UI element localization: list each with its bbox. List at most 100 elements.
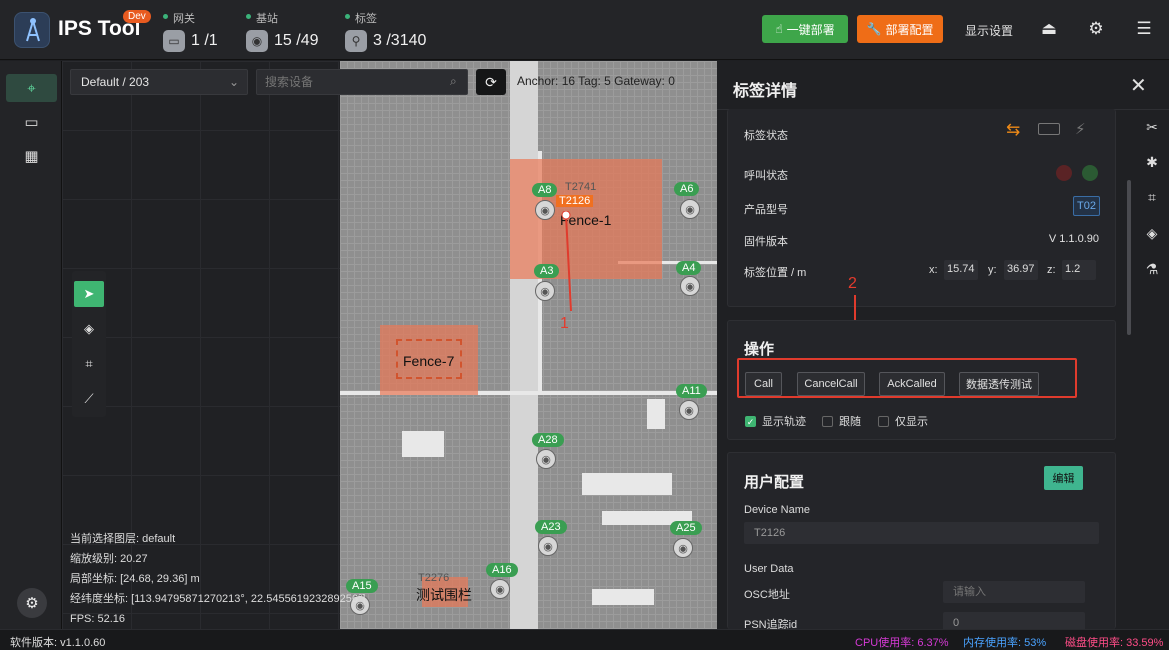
device-name-input[interactable]: [744, 522, 1099, 544]
flask-icon[interactable]: ⚗: [1141, 258, 1163, 280]
show-track-label: 显示轨迹: [762, 416, 806, 428]
tools-icon[interactable]: ✂: [1141, 116, 1163, 138]
corridor: [510, 61, 538, 629]
menu-icon[interactable]: ☰: [1133, 18, 1155, 40]
anchor-a4-label[interactable]: A4: [676, 261, 702, 275]
x-value: 15.74: [944, 260, 978, 280]
antenna-icon[interactable]: ◉: [536, 449, 556, 469]
follow-label: 跟随: [839, 416, 861, 428]
only-show-checkbox[interactable]: 仅显示: [878, 413, 928, 429]
ruler-icon[interactable]: ⟋: [74, 386, 104, 412]
charging-icon: ⚡: [1075, 121, 1086, 138]
user-data-label: User Data: [744, 563, 794, 575]
antenna-icon[interactable]: ◉: [538, 536, 558, 556]
antenna-icon[interactable]: ◉: [535, 281, 555, 301]
layer-select[interactable]: Default / 203 ⌄: [70, 69, 248, 95]
device-search-input[interactable]: [256, 69, 468, 95]
wrench-icon: 🔧: [866, 22, 882, 36]
deploy-config-button[interactable]: 🔧 部署配置: [857, 15, 943, 43]
device-counts: Anchor: 16 Tag: 5 Gateway: 0: [517, 74, 675, 88]
position-label: 标签位置 / m: [744, 267, 807, 279]
display-settings-button[interactable]: 显示设置: [965, 22, 1013, 39]
floorplan-icon[interactable]: ▦: [6, 142, 57, 170]
ack-called-button[interactable]: AckCalled: [879, 372, 945, 396]
anchor-stat: 基站 ◉ 15 /49: [246, 10, 318, 52]
tag-t2126-label[interactable]: T2126: [556, 195, 594, 207]
checkbox-box: [822, 415, 833, 427]
desk: [402, 431, 444, 457]
map-info: 当前选择图层: default 缩放级别: 20.27 局部坐标: [24.68…: [70, 529, 365, 629]
anchor-a8-label[interactable]: A8: [532, 183, 558, 197]
data-passthrough-test-button[interactable]: 数据透传测试: [959, 372, 1039, 396]
left-nav: ⌖ ▭ ▦: [0, 61, 62, 629]
z-label: z:: [1047, 264, 1056, 276]
anchor-a3-label[interactable]: A3: [534, 264, 560, 278]
map-canvas[interactable]: Fence-1 Fence-7 测试围栏 A8 ◉ A6 ◉ A3 ◉ A4 ◉…: [62, 61, 717, 629]
tag-t2741-label[interactable]: T2741: [565, 181, 596, 193]
layers-stack-icon[interactable]: ◈: [1141, 222, 1163, 244]
gateway-stat-label: 网关: [163, 10, 218, 26]
map-location-icon[interactable]: ⌖: [6, 74, 57, 102]
info-local-coords: 局部坐标: [24.68, 29.36] m: [70, 573, 200, 585]
anchor-a25-label[interactable]: A25: [670, 521, 702, 535]
anchor-tool-icon[interactable]: ⌗: [74, 351, 104, 377]
gear-icon[interactable]: ⚙: [1085, 18, 1107, 40]
y-label: y:: [988, 264, 997, 276]
top-bar: IPS Tool Dev 网关 ▭ 1 /1 基站 ◉ 15 /49 标签 ⚲ 3 /…: [0, 0, 1169, 60]
antenna-icon[interactable]: ◉: [673, 538, 693, 558]
anchor-a6-label[interactable]: A6: [674, 182, 700, 196]
anchor-a11-label[interactable]: A11: [676, 384, 707, 398]
software-version: 软件版本: v1.1.0.60: [10, 637, 106, 649]
deploy-icon: ☝: [775, 22, 783, 36]
fence-7-label: Fence-7: [403, 353, 455, 369]
target-icon[interactable]: ⌗: [1141, 186, 1163, 208]
refresh-button[interactable]: ⟳: [476, 69, 506, 95]
tag-detail-panel: 标签详情 ✕ 标签状态 ⇆ ⚡ 呼叫状态 产品型号 T02 固件版本 V 1.1…: [717, 61, 1169, 634]
antenna-icon[interactable]: ◉: [535, 200, 555, 220]
osc-input[interactable]: [943, 581, 1085, 603]
call-button[interactable]: Call: [745, 372, 782, 396]
model-value: T02: [1073, 196, 1100, 216]
cpu-usage: CPU使用率: 6.37%: [855, 637, 949, 649]
anchor-a16-label[interactable]: A16: [486, 563, 518, 577]
show-track-checkbox[interactable]: ✓ 显示轨迹: [745, 413, 806, 429]
anchor-icon: ◉: [246, 30, 268, 52]
desk: [592, 589, 654, 605]
map-toolbar: ➤ ◈ ⌗ ⟋: [72, 271, 106, 417]
cancel-call-button[interactable]: CancelCall: [797, 372, 865, 396]
follow-checkbox[interactable]: 跟随: [822, 413, 861, 429]
panel-title: 标签详情: [733, 83, 798, 100]
settings-gear-icon[interactable]: ⚙: [17, 588, 47, 618]
status-label: 标签状态: [744, 130, 788, 142]
desk: [647, 399, 665, 429]
alarm-icon[interactable]: ⏏: [1038, 18, 1060, 40]
annotation-number-1: 1: [560, 315, 569, 332]
info-zoom: 缩放级别: 20.27: [70, 553, 148, 565]
anchor-a23-label[interactable]: A23: [535, 520, 567, 534]
pointer-icon[interactable]: ➤: [74, 281, 104, 307]
antenna-icon[interactable]: ◉: [490, 579, 510, 599]
swap-arrows-icon: ⇆: [1006, 120, 1021, 139]
checkbox-box: [878, 415, 889, 427]
firmware-value: V 1.1.0.90: [1048, 233, 1099, 245]
close-icon[interactable]: ✕: [1130, 73, 1147, 98]
devices-icon[interactable]: ▭: [6, 108, 57, 136]
antenna-icon[interactable]: ◉: [679, 400, 699, 420]
status-bar: 软件版本: v1.1.0.60 CPU使用率: 6.37% 内存使用率: 53%…: [0, 629, 1169, 650]
layers-icon[interactable]: ◈: [74, 316, 104, 342]
antenna-icon[interactable]: ◉: [680, 199, 700, 219]
panel-scrollbar[interactable]: [1127, 180, 1131, 335]
annotation-number-2: 2: [848, 275, 857, 292]
tag-t2276-label[interactable]: T2276: [418, 572, 449, 584]
anchor-a28-label[interactable]: A28: [532, 433, 564, 447]
tag-info-card: 标签状态 ⇆ ⚡ 呼叫状态 产品型号 T02 固件版本 V 1.1.0.90 标…: [727, 109, 1116, 307]
bug-icon[interactable]: ✱: [1141, 151, 1163, 173]
gateway-icon: ▭: [163, 30, 185, 52]
antenna-icon[interactable]: ◉: [680, 276, 700, 296]
config-button-label: 部署配置: [885, 22, 934, 37]
one-click-deploy-button[interactable]: ☝ 一键部署: [762, 15, 848, 43]
tag-icon: ⚲: [345, 30, 367, 52]
operations-title: 操作: [744, 341, 775, 358]
only-show-label: 仅显示: [895, 416, 928, 428]
edit-button[interactable]: 编辑: [1044, 466, 1083, 490]
